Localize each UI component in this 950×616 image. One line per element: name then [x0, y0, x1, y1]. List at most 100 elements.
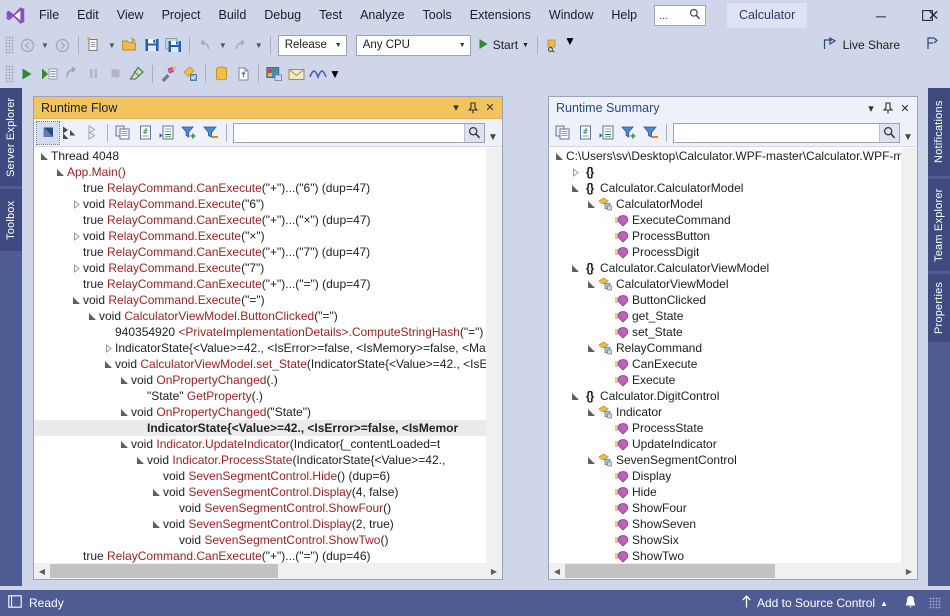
- expander-expanded-icon[interactable]: [134, 456, 147, 465]
- runtime-flow-row[interactable]: IndicatorState{<Value>=42., <IsError>=fa…: [34, 340, 486, 356]
- runtime-flow-search[interactable]: [233, 123, 485, 143]
- scroll-track[interactable]: [50, 563, 486, 579]
- pin-icon[interactable]: [465, 99, 481, 117]
- expander-collapsed-icon[interactable]: [102, 344, 115, 353]
- expander-expanded-icon[interactable]: [569, 392, 582, 401]
- runtime-flow-row[interactable]: void RelayCommand.Execute("="): [34, 292, 486, 308]
- runtime-summary-horizontal-scrollbar[interactable]: ◀ ▶: [549, 563, 917, 579]
- menu-item-analyze[interactable]: Analyze: [351, 0, 413, 31]
- runtime-summary-vertical-scrollbar[interactable]: [901, 148, 917, 563]
- search-input[interactable]: [234, 124, 464, 142]
- expander-expanded-icon[interactable]: [569, 184, 582, 193]
- runtime-flow-row[interactable]: void OnPropertyChanged("State"): [34, 404, 486, 420]
- expander-expanded-icon[interactable]: [553, 152, 566, 161]
- runtime-summary-tree[interactable]: C:\Users\sv\Desktop\Calculator.WPF-maste…: [549, 148, 901, 563]
- continue-icon[interactable]: [16, 63, 38, 85]
- search-icon[interactable]: [464, 124, 484, 142]
- search-icon[interactable]: [879, 124, 899, 142]
- runtime-flow-row[interactable]: true RelayCommand.CanExecute("+")...("="…: [34, 548, 486, 563]
- ozcode-search-icon[interactable]: [179, 63, 201, 85]
- expander-expanded-icon[interactable]: [70, 296, 83, 305]
- scroll-track[interactable]: [565, 563, 901, 579]
- runtime-flow-row[interactable]: void SevenSegmentControl.ShowTwo(): [34, 532, 486, 548]
- expander-expanded-icon[interactable]: [118, 440, 131, 449]
- window-dropdown-icon[interactable]: ▾: [448, 99, 464, 117]
- runtime-summary-row[interactable]: ProcessButton: [549, 228, 901, 244]
- runtime-summary-row[interactable]: CalculatorModel: [549, 196, 901, 212]
- runtime-summary-row[interactable]: ProcessState: [549, 420, 901, 436]
- new-project-dropdown[interactable]: ▼: [105, 41, 119, 50]
- runtime-summary-row[interactable]: RelayCommand: [549, 340, 901, 356]
- open-file-icon[interactable]: [119, 34, 141, 56]
- menu-item-test[interactable]: Test: [310, 0, 351, 31]
- runtime-summary-row[interactable]: {}: [549, 164, 901, 180]
- menu-item-window[interactable]: Window: [540, 0, 602, 31]
- scroll-thumb[interactable]: [565, 564, 775, 578]
- runtime-flow-row[interactable]: void CalculatorViewModel.ButtonClicked("…: [34, 308, 486, 324]
- runtime-flow-horizontal-scrollbar[interactable]: ◀ ▶: [34, 563, 502, 579]
- expander-expanded-icon[interactable]: [102, 360, 115, 369]
- erase-icon[interactable]: [126, 63, 148, 85]
- runtime-flow-row[interactable]: void OnPropertyChanged(.): [34, 372, 486, 388]
- runtime-summary-row[interactable]: ShowTwo: [549, 548, 901, 563]
- sidebar-item-properties[interactable]: Properties: [928, 274, 950, 342]
- scroll-thumb[interactable]: [50, 564, 278, 578]
- runtime-flow-row[interactable]: IndicatorState{<Value>=42., <IsError>=fa…: [34, 420, 486, 436]
- start-debugging-button[interactable]: Start ▼: [474, 34, 533, 56]
- expander-collapsed-icon[interactable]: [569, 168, 582, 177]
- navigate-back-dropdown[interactable]: ▼: [38, 41, 52, 50]
- navigate-back-icon[interactable]: [16, 34, 38, 56]
- runtime-summary-toolbar-overflow[interactable]: ▼: [902, 120, 914, 146]
- run-to-cursor-icon[interactable]: [38, 63, 60, 85]
- minimize-button[interactable]: ─: [858, 0, 904, 31]
- runtime-summary-row[interactable]: ExecuteCommand: [549, 212, 901, 228]
- runtime-flow-row[interactable]: true RelayCommand.CanExecute("+")...("="…: [34, 276, 486, 292]
- navigate-forward-icon[interactable]: [52, 34, 74, 56]
- runtime-summary-row[interactable]: get_State: [549, 308, 901, 324]
- close-icon[interactable]: ✕: [897, 99, 913, 117]
- solution-platform-select[interactable]: Any CPU ▼: [356, 35, 471, 56]
- sidebar-item-toolbox[interactable]: Toolbox: [0, 189, 22, 251]
- toolbar-grip[interactable]: [5, 36, 14, 54]
- debug-toolbar-overflow-button[interactable]: ▼: [329, 67, 341, 81]
- runtime-flow-toolbar-overflow[interactable]: ▼: [487, 120, 499, 146]
- runtime-summary-search[interactable]: [673, 123, 900, 143]
- stop-debugging-icon[interactable]: [104, 63, 126, 85]
- runtime-summary-row[interactable]: Execute: [549, 372, 901, 388]
- expander-expanded-icon[interactable]: [38, 152, 51, 161]
- expander-collapsed-icon[interactable]: [70, 232, 83, 241]
- copy-icon[interactable]: [112, 122, 134, 144]
- runtime-flow-row[interactable]: App.Main(): [34, 164, 486, 180]
- runtime-summary-row[interactable]: {}Calculator.CalculatorModel: [549, 180, 901, 196]
- expander-expanded-icon[interactable]: [585, 200, 598, 209]
- menu-item-edit[interactable]: Edit: [68, 0, 108, 31]
- runtime-flow-header[interactable]: Runtime Flow ▾ ✕: [34, 97, 502, 119]
- runtime-summary-header[interactable]: Runtime Summary ▾ ✕: [549, 97, 917, 119]
- runtime-flow-row[interactable]: void RelayCommand.Execute("7"): [34, 260, 486, 276]
- copy-with-children-icon[interactable]: [156, 122, 178, 144]
- quick-launch-search[interactable]: ...: [654, 5, 706, 26]
- expander-expanded-icon[interactable]: [585, 456, 598, 465]
- add-to-source-control-button[interactable]: Add to Source Control ▲: [737, 592, 892, 614]
- send-feedback-icon[interactable]: [925, 36, 940, 54]
- menu-item-view[interactable]: View: [108, 0, 153, 31]
- undo-icon[interactable]: [194, 34, 216, 56]
- runtime-summary-row[interactable]: Hide: [549, 484, 901, 500]
- menu-item-debug[interactable]: Debug: [255, 0, 310, 31]
- menu-item-build[interactable]: Build: [209, 0, 255, 31]
- attach-to-process-icon[interactable]: [542, 34, 564, 56]
- runtime-flow-row[interactable]: true RelayCommand.CanExecute("+")...("7"…: [34, 244, 486, 260]
- runtime-flow-row[interactable]: Thread 4048: [34, 148, 486, 164]
- close-button[interactable]: ✕: [917, 0, 950, 31]
- window-dropdown-icon[interactable]: ▾: [863, 99, 879, 117]
- menu-item-file[interactable]: File: [30, 0, 68, 31]
- runtime-summary-row[interactable]: ButtonClicked: [549, 292, 901, 308]
- break-all-icon[interactable]: [82, 63, 104, 85]
- scroll-left-arrow[interactable]: ◀: [34, 563, 50, 579]
- save-icon[interactable]: [141, 34, 163, 56]
- expander-expanded-icon[interactable]: [54, 168, 67, 177]
- new-project-icon[interactable]: [83, 34, 105, 56]
- expander-collapsed-icon[interactable]: [70, 200, 83, 209]
- menu-item-extensions[interactable]: Extensions: [461, 0, 540, 31]
- runtime-summary-row[interactable]: SevenSegmentControl: [549, 452, 901, 468]
